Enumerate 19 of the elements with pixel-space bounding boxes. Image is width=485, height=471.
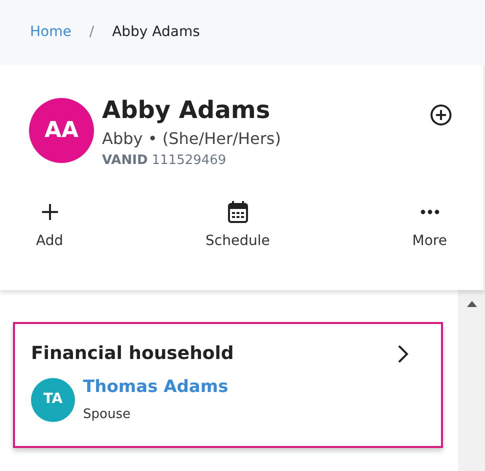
member-link[interactable]: Thomas Adams	[83, 377, 228, 397]
breadcrumb-current: Abby Adams	[112, 23, 200, 42]
action-button[interactable]: Schedule	[206, 200, 270, 252]
action-button[interactable]: More	[412, 200, 447, 252]
contact-subtitle: Abby • (She/Her/Hers)	[102, 128, 282, 150]
contact-name: Abby Adams	[102, 97, 272, 124]
avatar: TA	[31, 378, 75, 422]
calendar-icon	[228, 200, 248, 223]
card-title: Financial household	[31, 342, 234, 366]
id-label: VANID	[102, 153, 148, 168]
plus-icon	[40, 202, 59, 221]
breadcrumb-separator: /	[89, 23, 94, 42]
avatar: AA	[29, 98, 94, 163]
member-relation: Spouse	[83, 406, 132, 424]
more-icon	[420, 208, 440, 215]
action-button[interactable]: Add	[36, 200, 64, 252]
scroll-up-icon[interactable]	[466, 301, 476, 307]
add-circle-icon[interactable]	[429, 102, 453, 127]
id-value: 111529469	[152, 153, 226, 168]
